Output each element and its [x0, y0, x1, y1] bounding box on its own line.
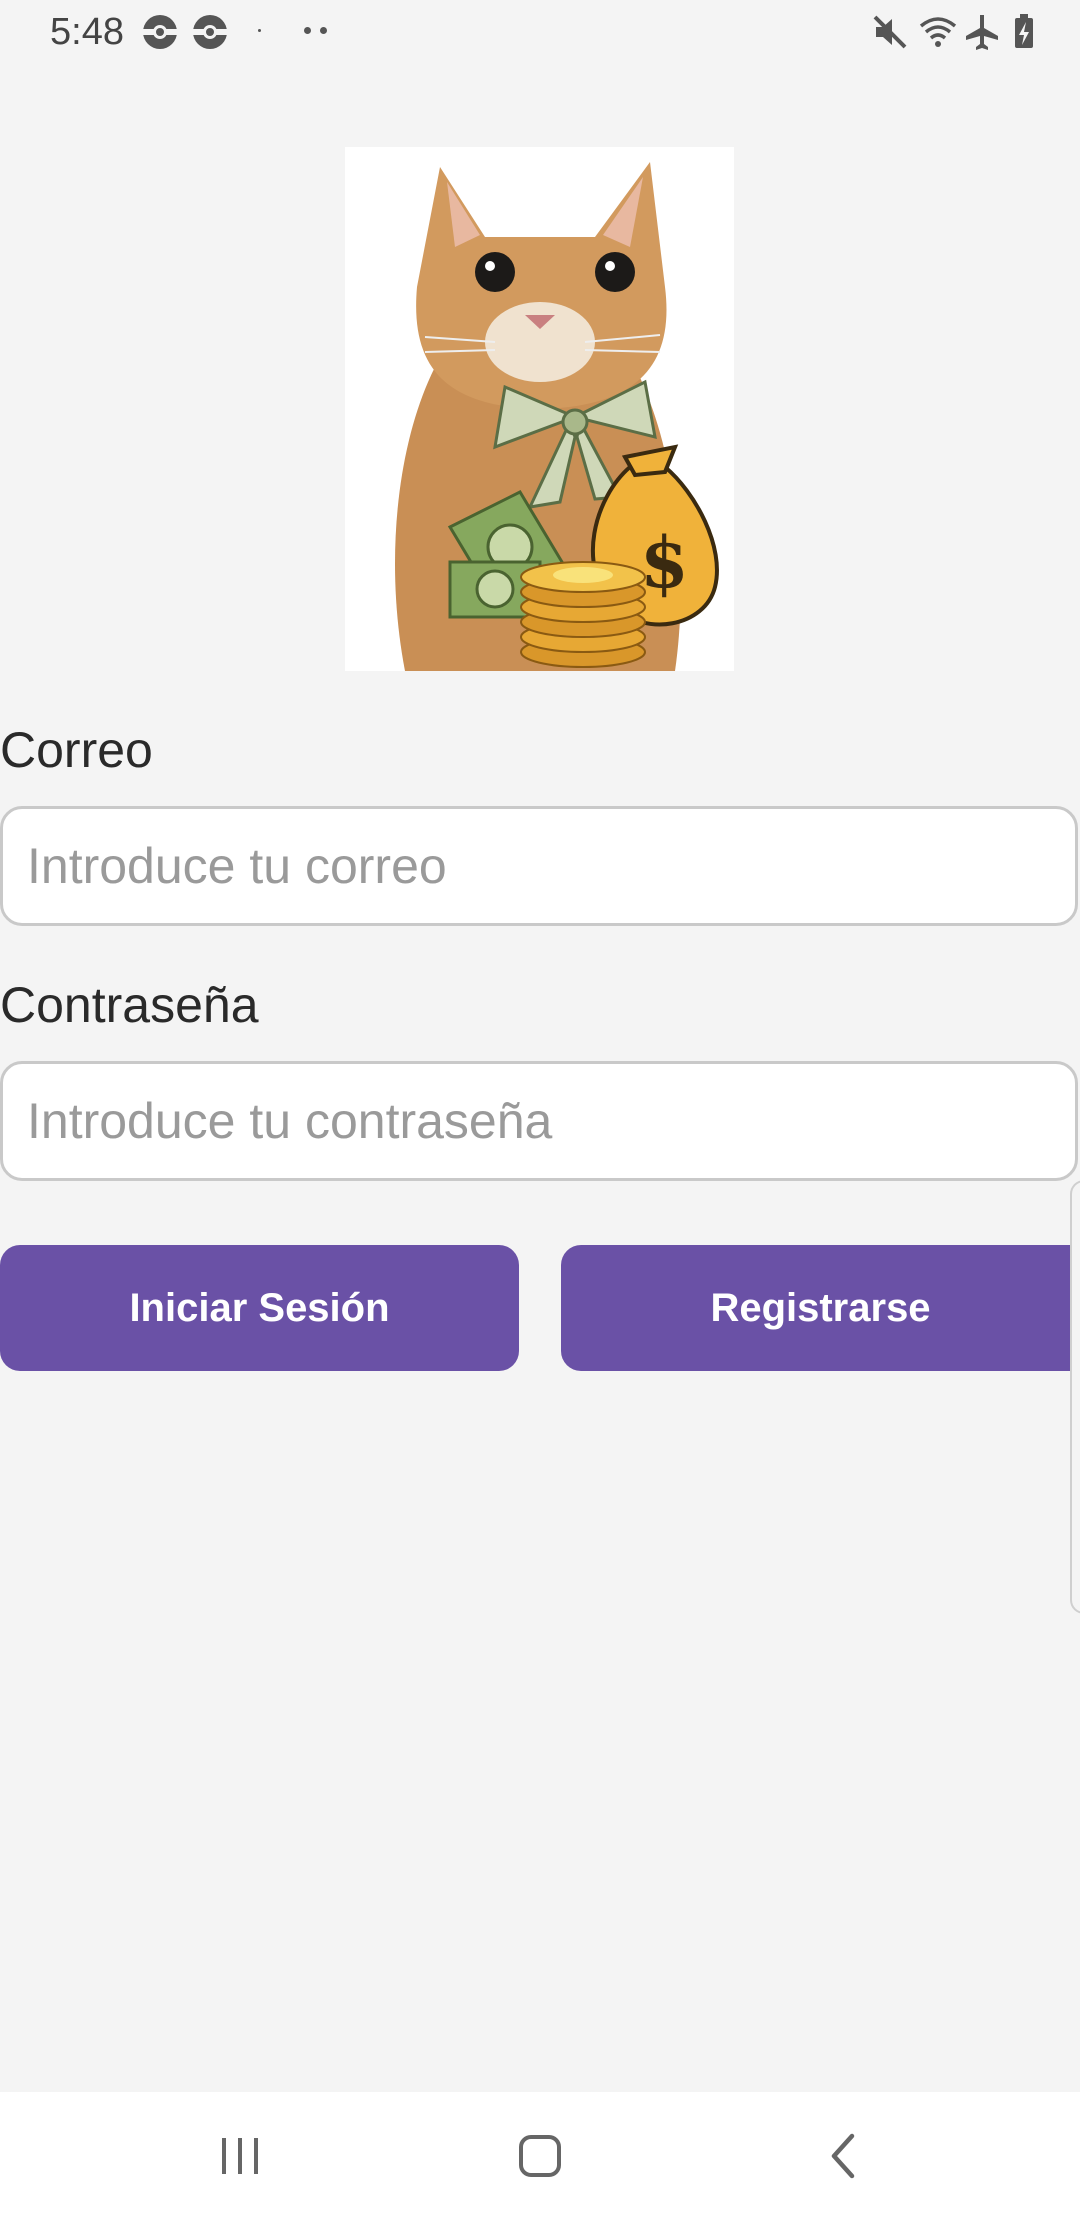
more-dots-icon — [304, 27, 311, 34]
email-label: Correo — [0, 722, 153, 778]
mute-icon — [873, 15, 907, 49]
hero-image: $ — [345, 147, 734, 671]
edge-panel-handle[interactable] — [1070, 1180, 1080, 1614]
pokeball-icon — [193, 15, 227, 49]
back-icon[interactable] — [804, 2120, 884, 2192]
pokeball-icon — [143, 15, 177, 49]
email-input[interactable] — [0, 806, 1078, 926]
home-icon[interactable] — [500, 2120, 580, 2192]
airplane-mode-icon — [966, 15, 998, 50]
svg-text:$: $ — [640, 521, 689, 604]
wifi-icon — [919, 17, 957, 47]
more-dots-icon — [320, 27, 327, 34]
login-button[interactable]: Iniciar Sesión — [0, 1245, 519, 1371]
password-input[interactable] — [0, 1061, 1078, 1181]
navigation-bar — [0, 2092, 1080, 2220]
battery-charging-icon — [1015, 14, 1033, 48]
cat-with-money-image: $ — [395, 162, 719, 671]
register-button[interactable]: Registrarse — [561, 1245, 1080, 1371]
recent-apps-icon[interactable] — [200, 2120, 280, 2192]
status-time: 5:48 — [50, 11, 124, 53]
password-label: Contraseña — [0, 977, 259, 1033]
dot-icon — [258, 29, 261, 32]
status-bar: 5:48 — [0, 0, 1080, 64]
